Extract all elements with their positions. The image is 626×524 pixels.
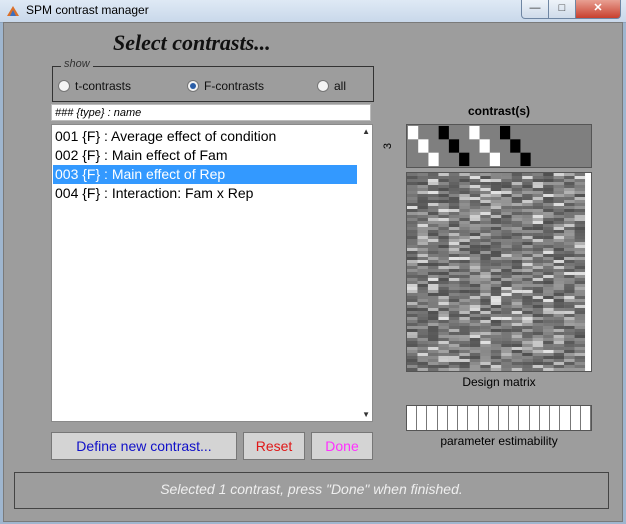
define-new-contrast-button[interactable]: Define new contrast...: [51, 432, 237, 460]
contrast-list-item[interactable]: 004 {F} : Interaction: Fam x Rep: [53, 184, 357, 203]
estimability-cell: [571, 406, 581, 430]
radio-label: t-contrasts: [75, 79, 132, 93]
estimability-cell: [407, 406, 418, 430]
estimability-cell: [560, 406, 571, 430]
matlab-icon: [7, 6, 19, 16]
contrast-list-item[interactable]: 001 {F} : Average effect of condition: [53, 127, 357, 146]
status-message: Selected 1 contrast, press "Done" when f…: [14, 472, 609, 509]
minimize-button[interactable]: —: [521, 0, 549, 19]
design-matrix-label: Design matrix: [462, 375, 536, 389]
contrast-rows-label: 3: [382, 142, 395, 150]
show-filter-group: show t-contrasts F-contrasts all: [52, 58, 374, 102]
parameter-estimability-label: parameter estimability: [440, 434, 558, 448]
page-title: Select contrasts...: [113, 30, 271, 55]
estimability-cell: [448, 406, 459, 430]
parameter-estimability-bar: [406, 405, 592, 431]
done-button[interactable]: Done: [311, 432, 373, 460]
title-bar: SPM contrast manager — □ ✕: [0, 0, 626, 23]
estimability-cell: [489, 406, 499, 430]
estimability-cell: [530, 406, 540, 430]
contrast-weights-image: [406, 124, 592, 168]
show-filter-label: show: [61, 58, 93, 70]
estimability-cell: [509, 406, 520, 430]
estimability-cell: [438, 406, 448, 430]
estimability-cell: [499, 406, 510, 430]
estimability-cell: [479, 406, 489, 430]
estimability-cell: [417, 406, 428, 430]
radio-label: F-contrasts: [204, 79, 265, 93]
estimability-cell: [468, 406, 479, 430]
window-title: SPM contrast manager: [26, 3, 149, 17]
radio-icon[interactable]: [317, 80, 329, 92]
contrast-panel-title: contrast(s): [467, 104, 530, 118]
contrast-list-item-selected[interactable]: 003 {F} : Main effect of Rep: [53, 165, 357, 184]
contrast-list-header: ### {type} : name: [51, 104, 371, 121]
maximize-button[interactable]: □: [548, 0, 576, 19]
radio-all[interactable]: all: [317, 79, 346, 93]
radio-label: all: [334, 79, 347, 93]
estimability-cell: [540, 406, 551, 430]
estimability-cell: [427, 406, 438, 430]
contrast-list[interactable]: 001 {F} : Average effect of condition 00…: [51, 124, 373, 422]
scroll-up-icon[interactable]: ▲: [362, 127, 370, 136]
reset-button[interactable]: Reset: [243, 432, 305, 460]
radio-icon[interactable]: [58, 80, 70, 92]
contrast-list-item[interactable]: 002 {F} : Main effect of Fam: [53, 146, 357, 165]
design-matrix-image: [406, 172, 592, 372]
estimability-cell: [550, 406, 561, 430]
scroll-down-icon[interactable]: ▼: [362, 410, 370, 419]
close-button[interactable]: ✕: [575, 0, 621, 19]
estimability-cell: [519, 406, 530, 430]
radio-f-contrasts[interactable]: F-contrasts: [187, 79, 264, 93]
radio-selected-icon[interactable]: [187, 80, 199, 92]
radio-t-contrasts[interactable]: t-contrasts: [58, 79, 131, 93]
estimability-cell: [581, 406, 591, 430]
estimability-cell: [458, 406, 469, 430]
